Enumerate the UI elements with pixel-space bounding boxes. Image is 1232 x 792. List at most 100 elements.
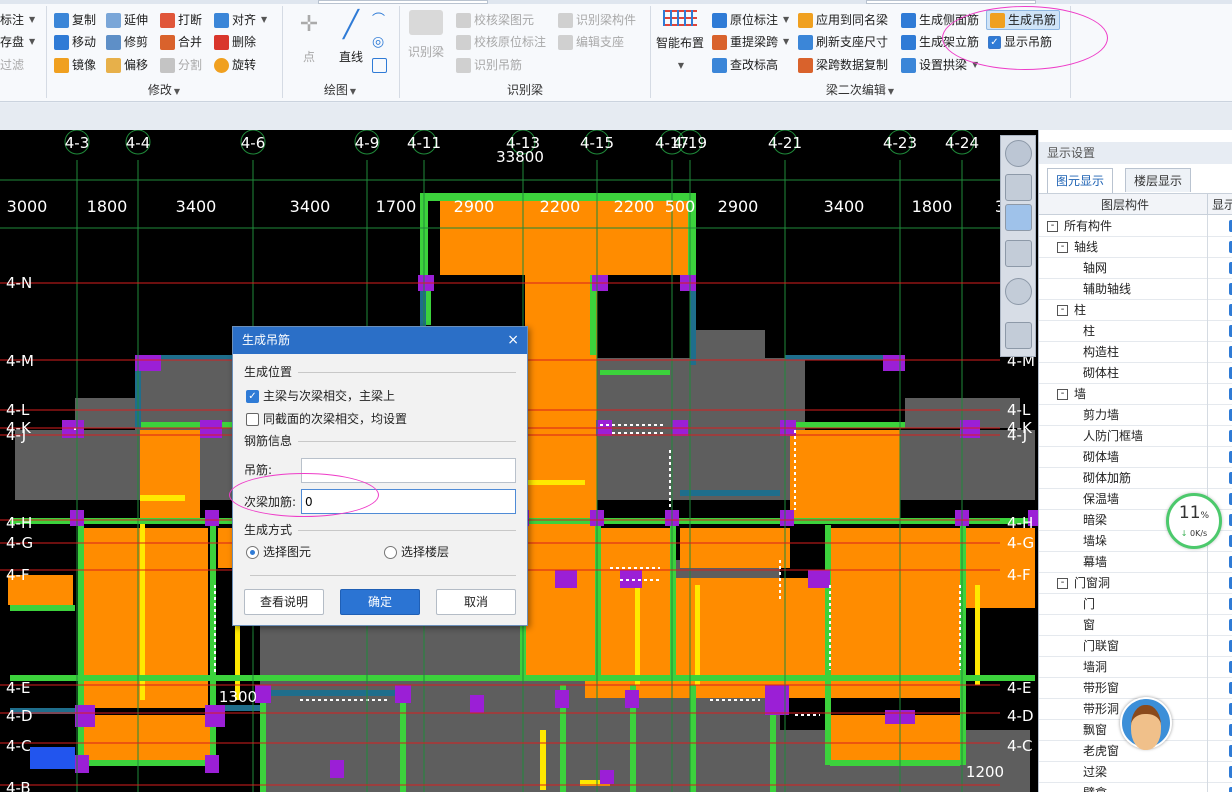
recognize-hanger-button[interactable]: 识别吊筋 bbox=[456, 55, 522, 75]
radio-select-floors[interactable]: 选择楼层 bbox=[384, 543, 449, 561]
rectangle-button[interactable] bbox=[372, 55, 387, 75]
collapse-toggle-icon[interactable]: - bbox=[1057, 305, 1068, 316]
tree-item[interactable]: 构造柱 bbox=[1039, 342, 1232, 363]
tree-item[interactable]: 门 bbox=[1039, 594, 1232, 615]
view-help-button[interactable]: 查看说明 bbox=[244, 589, 324, 615]
title-input-box[interactable] bbox=[318, 0, 488, 4]
tree-item[interactable]: 幕墙 bbox=[1039, 552, 1232, 573]
collapse-toggle-icon[interactable]: - bbox=[1057, 389, 1068, 400]
checkbox-unchecked-icon[interactable] bbox=[246, 412, 259, 426]
tree-item[interactable]: 轴网 bbox=[1039, 258, 1232, 279]
generate-side-rebar-button[interactable]: 生成侧面筋 bbox=[901, 10, 979, 30]
break-button[interactable]: 打断 bbox=[160, 10, 202, 30]
generate-erection-rebar-button[interactable]: 生成架立筋 bbox=[901, 32, 979, 52]
tree-item[interactable]: 壁龛 bbox=[1039, 783, 1232, 792]
copy-button[interactable]: 复制 bbox=[54, 10, 96, 30]
tree-item[interactable]: 砌体加筋 bbox=[1039, 468, 1232, 489]
3d-view-icon[interactable] bbox=[1005, 174, 1032, 201]
radio-select-elements[interactable]: 选择图元 bbox=[246, 543, 311, 561]
re-extract-span-button[interactable]: 重提梁跨 ▼ bbox=[712, 32, 789, 52]
tree-item[interactable]: -墙 bbox=[1039, 384, 1232, 405]
tree-item[interactable]: 柱 bbox=[1039, 321, 1232, 342]
rotate-view-icon[interactable] bbox=[1005, 278, 1032, 305]
annotate-button[interactable]: 标注 ▼ bbox=[0, 10, 35, 30]
offset-button[interactable]: 偏移 bbox=[106, 55, 148, 75]
tree-item[interactable]: - 轴线 bbox=[1039, 237, 1232, 258]
tree-item[interactable]: 剪力墙 bbox=[1039, 405, 1232, 426]
line-button[interactable]: ╱ 直线 bbox=[334, 10, 368, 64]
tree-item[interactable]: - 门窗洞 bbox=[1039, 573, 1232, 594]
apply-icon bbox=[798, 12, 813, 28]
arc-button[interactable]: ⌒ bbox=[372, 10, 387, 30]
globe-view-icon[interactable] bbox=[1005, 140, 1032, 167]
top-view-icon[interactable] bbox=[1005, 204, 1032, 231]
recognize-beam-button[interactable]: 识别梁 bbox=[408, 10, 444, 62]
show-hanger-rebar-checkbox[interactable]: ✓ 显示吊筋 bbox=[988, 32, 1052, 52]
recognize-beam-component-button[interactable]: 识别梁构件 bbox=[558, 10, 636, 30]
generate-hanger-rebar-button[interactable]: 生成吊筋 bbox=[986, 10, 1061, 30]
dialog-title: 生成吊筋 × bbox=[233, 327, 527, 354]
rotate-button[interactable]: 旋转 bbox=[214, 55, 256, 75]
collapse-toggle-icon[interactable]: - bbox=[1057, 242, 1068, 253]
ok-button[interactable]: 确定 bbox=[340, 589, 420, 615]
tree-item[interactable]: 墙洞 bbox=[1039, 657, 1232, 678]
tree-item-label: 砌体柱 bbox=[1083, 366, 1120, 380]
tree-item[interactable]: 辅助轴线 bbox=[1039, 279, 1232, 300]
radio-unselected-icon[interactable] bbox=[384, 545, 397, 559]
collapse-toggle-icon[interactable]: - bbox=[1047, 221, 1058, 232]
point-button[interactable]: ✛ 点 bbox=[292, 10, 326, 64]
circle-button[interactable]: ◎ bbox=[372, 32, 387, 52]
tree-item[interactable]: 砌体墙 bbox=[1039, 447, 1232, 468]
save-button[interactable]: 存盘 ▼ bbox=[0, 32, 35, 52]
inplace-annotation-button[interactable]: 原位标注 ▼ bbox=[712, 10, 789, 30]
span-data-copy-button[interactable]: 梁跨数据复制 bbox=[798, 55, 888, 75]
checkbox-checked-icon[interactable]: ✓ bbox=[246, 389, 259, 403]
tab-floor-display[interactable]: 楼层显示 bbox=[1125, 168, 1192, 192]
option-same-section-secondary[interactable]: 同截面的次梁相交，均设置 bbox=[246, 410, 407, 428]
radio-selected-icon[interactable] bbox=[246, 545, 259, 559]
check-beam-elements-button[interactable]: 校核梁图元 bbox=[456, 10, 534, 30]
change-elevation-button[interactable]: 查改标高 bbox=[712, 55, 778, 75]
tree-item[interactable]: 带形窗 bbox=[1039, 678, 1232, 699]
filter-button[interactable]: 过滤 bbox=[0, 55, 24, 75]
wall bbox=[830, 760, 960, 766]
section-divider bbox=[244, 567, 516, 583]
tree-item[interactable]: 人防门框墙 bbox=[1039, 426, 1232, 447]
edit-support-button[interactable]: 编辑支座 bbox=[558, 32, 624, 52]
column bbox=[883, 355, 905, 371]
title-input-box-2[interactable] bbox=[866, 0, 1036, 4]
delete-button[interactable]: 删除 bbox=[214, 32, 256, 52]
smart-layout-button[interactable]: 智能布置 ▼ bbox=[656, 10, 704, 76]
tree-item[interactable]: 窗 bbox=[1039, 615, 1232, 636]
hanger-rebar-input[interactable] bbox=[301, 458, 516, 483]
tree-item[interactable]: 过梁 bbox=[1039, 762, 1232, 783]
assistant-avatar[interactable] bbox=[1120, 697, 1172, 750]
apply-same-name-button[interactable]: 应用到同名梁 bbox=[798, 10, 888, 30]
layer-view-icon[interactable] bbox=[1005, 322, 1032, 349]
tree-item[interactable]: -柱 bbox=[1039, 300, 1232, 321]
cube-view-icon[interactable] bbox=[1005, 240, 1032, 267]
tree-item[interactable]: 砌体柱 bbox=[1039, 363, 1232, 384]
move-button[interactable]: 移动 bbox=[54, 32, 96, 52]
set-arch-beam-button[interactable]: 设置拱梁 ▼ bbox=[901, 55, 978, 75]
secondary-beam-rebar-input[interactable] bbox=[301, 489, 516, 514]
align-button[interactable]: 对齐 ▼ bbox=[214, 10, 267, 30]
tree-item[interactable]: 门联窗 bbox=[1039, 636, 1232, 657]
collapse-toggle-icon[interactable]: - bbox=[1057, 578, 1068, 589]
smart-layout-icon bbox=[663, 10, 697, 26]
tree-item-label: 飘窗 bbox=[1083, 723, 1108, 737]
close-icon[interactable]: × bbox=[507, 327, 519, 354]
cancel-button[interactable]: 取消 bbox=[436, 589, 516, 615]
trim-button[interactable]: 修剪 bbox=[106, 32, 148, 52]
network-speed-widget[interactable]: 11% ↓ 0K/s bbox=[1166, 493, 1222, 549]
split-button[interactable]: 分割 bbox=[160, 55, 202, 75]
refresh-support-size-button[interactable]: 刷新支座尺寸 bbox=[798, 32, 888, 52]
mirror-button[interactable]: 镜像 bbox=[54, 55, 96, 75]
merge-button[interactable]: 合并 bbox=[160, 32, 202, 52]
extend-button[interactable]: 延伸 bbox=[106, 10, 148, 30]
tree-item[interactable]: - 所有构件 bbox=[1039, 216, 1232, 237]
column-layer-header: 图层构件 bbox=[1101, 198, 1150, 212]
check-inplace-annotation-button[interactable]: 校核原位标注 bbox=[456, 32, 546, 52]
option-main-secondary-intersect[interactable]: ✓ 主梁与次梁相交，主梁上 bbox=[246, 387, 395, 405]
tab-element-display[interactable]: 图元显示 bbox=[1047, 168, 1114, 193]
